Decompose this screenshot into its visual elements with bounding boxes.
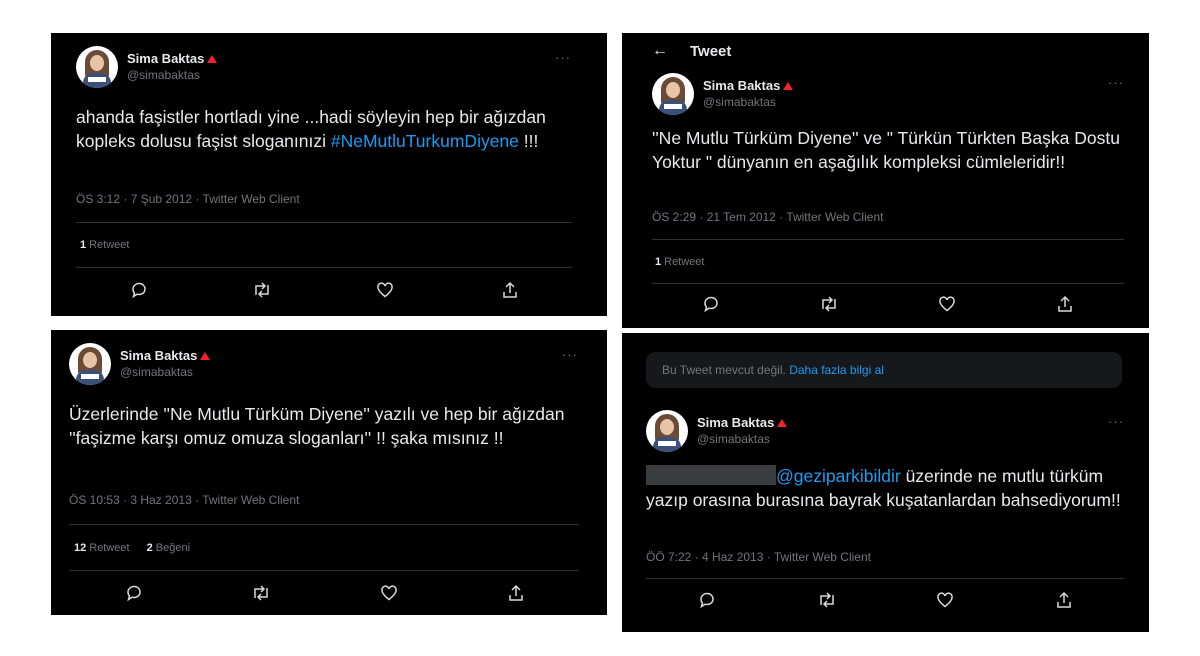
unavailable-tweet-notice: Bu Tweet mevcut değil. Daha fazla bilgi … <box>646 352 1122 388</box>
share-icon[interactable] <box>1055 591 1073 609</box>
divider <box>76 267 572 268</box>
tweet-text: ahanda faşistler hortladı yine ...hadi s… <box>76 107 546 151</box>
tweet-timestamp[interactable]: ÖS 10:53 · 3 Haz 2013 · Twitter Web Clie… <box>69 493 299 507</box>
reply-icon[interactable] <box>702 295 720 313</box>
tweet-card-3: Sima Baktas @simabaktas ··· Üzerlerinde … <box>51 330 607 615</box>
warning-icon <box>200 351 211 360</box>
tweet-header: Sima Baktas @simabaktas <box>646 410 788 452</box>
avatar[interactable] <box>76 46 118 88</box>
user-handle[interactable]: @simabaktas <box>697 431 787 448</box>
action-bar <box>51 584 607 604</box>
learn-more-link[interactable]: Daha fazla bilgi al <box>789 363 884 377</box>
display-name[interactable]: Sima Baktas <box>703 77 780 94</box>
tweet-text: @geziparkibildir üzerinde ne mutlu türkü… <box>646 465 1121 510</box>
user-handle[interactable]: @simabaktas <box>703 94 793 111</box>
share-icon[interactable] <box>507 584 525 602</box>
avatar[interactable] <box>69 343 111 385</box>
divider <box>69 524 579 525</box>
tweet-timestamp[interactable]: ÖS 3:12 · 7 Şub 2012 · Twitter Web Clien… <box>76 192 300 206</box>
back-arrow-icon[interactable]: ← <box>652 42 674 60</box>
more-options-icon[interactable]: ··· <box>1108 75 1124 90</box>
more-options-icon[interactable]: ··· <box>1108 414 1124 429</box>
action-bar <box>51 281 607 301</box>
tweet-text: Üzerlerinde ''Ne Mutlu Türküm Diyene'' y… <box>69 404 565 448</box>
tweet-stats: 12 Retweet 2 Beğeni <box>74 542 204 554</box>
more-options-icon[interactable]: ··· <box>562 347 578 362</box>
like-count[interactable]: 2 Beğeni <box>147 542 190 554</box>
like-icon[interactable] <box>376 281 394 299</box>
tweet-card-1: Sima Baktas @simabaktas ··· ahanda faşis… <box>51 33 607 316</box>
avatar[interactable] <box>646 410 688 452</box>
tweet-stats: 1 Retweet <box>655 256 718 268</box>
retweet-icon[interactable] <box>819 295 839 313</box>
retweet-count[interactable]: 1 Retweet <box>80 239 129 251</box>
redacted-mention <box>646 465 776 485</box>
retweet-icon[interactable] <box>817 591 837 609</box>
like-icon[interactable] <box>936 591 954 609</box>
tweet-header: Sima Baktas @simabaktas <box>652 73 794 115</box>
divider <box>652 239 1124 240</box>
like-icon[interactable] <box>938 295 956 313</box>
display-name[interactable]: Sima Baktas <box>697 414 774 431</box>
more-options-icon[interactable]: ··· <box>555 50 571 65</box>
mention-link[interactable]: @geziparkibildir <box>776 466 901 486</box>
display-name[interactable]: Sima Baktas <box>127 50 204 67</box>
action-bar <box>622 295 1149 315</box>
page-title: Tweet <box>690 42 732 60</box>
warning-icon <box>777 418 788 427</box>
tweet-timestamp[interactable]: ÖS 2:29 · 21 Tem 2012 · Twitter Web Clie… <box>652 210 883 224</box>
warning-icon <box>207 54 218 63</box>
tweet-text: ''Ne Mutlu Türküm Diyene'' ve " Türkün T… <box>652 128 1120 172</box>
retweet-count[interactable]: 1 Retweet <box>655 256 704 268</box>
tweet-stats: 1 Retweet <box>80 239 143 251</box>
avatar[interactable] <box>652 73 694 115</box>
reply-icon[interactable] <box>130 281 148 299</box>
divider <box>646 578 1124 579</box>
tweet-page-header: ← Tweet <box>652 42 731 60</box>
display-name[interactable]: Sima Baktas <box>120 347 197 364</box>
divider <box>652 283 1124 284</box>
tweet-header: Sima Baktas @simabaktas <box>69 343 211 385</box>
reply-icon[interactable] <box>698 591 716 609</box>
tweet-card-2: ← Tweet Sima Baktas @simabaktas ··· ''Ne… <box>622 33 1149 328</box>
tweet-timestamp[interactable]: ÖÖ 7:22 · 4 Haz 2013 · Twitter Web Clien… <box>646 550 871 564</box>
tweet-card-4: Bu Tweet mevcut değil. Daha fazla bilgi … <box>622 333 1149 632</box>
retweet-count[interactable]: 12 Retweet <box>74 542 130 554</box>
divider <box>76 222 572 223</box>
share-icon[interactable] <box>501 281 519 299</box>
tweet-header: Sima Baktas @simabaktas <box>76 46 218 88</box>
reply-icon[interactable] <box>125 584 143 602</box>
like-icon[interactable] <box>380 584 398 602</box>
retweet-icon[interactable] <box>251 584 271 602</box>
user-handle[interactable]: @simabaktas <box>127 67 217 84</box>
divider <box>69 570 579 571</box>
retweet-icon[interactable] <box>252 281 272 299</box>
hashtag-link[interactable]: #NeMutluTurkumDiyene <box>331 131 519 151</box>
user-handle[interactable]: @simabaktas <box>120 364 210 381</box>
share-icon[interactable] <box>1056 295 1074 313</box>
warning-icon <box>783 81 794 90</box>
action-bar <box>622 591 1149 611</box>
